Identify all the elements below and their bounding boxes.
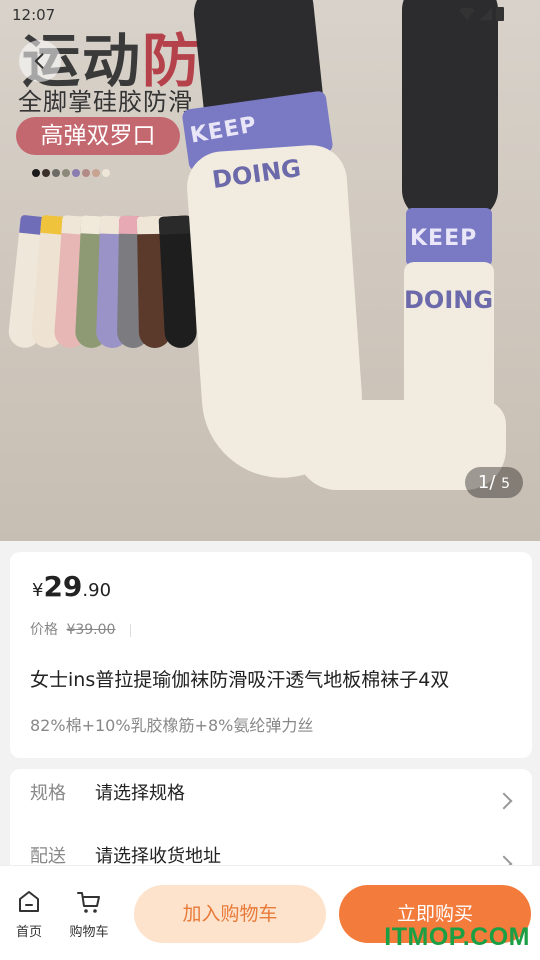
- cart-icon: [77, 892, 100, 913]
- home-icon: [19, 891, 39, 912]
- spec-value: 请选择规格: [95, 783, 185, 804]
- signal-icon: [479, 7, 492, 21]
- product-image-carousel[interactable]: 12:07 运动防滑 全脚掌硅胶防滑 高弹双罗口 KEEP DOING KEEP…: [0, 0, 540, 541]
- chevron-right-icon: [495, 792, 513, 810]
- promo-subtitle: 全脚掌硅胶防滑: [18, 88, 193, 116]
- wifi-icon: [459, 8, 475, 20]
- sock-cuff-right-text: KEEP: [410, 226, 478, 251]
- back-button[interactable]: [19, 40, 61, 82]
- nav-home[interactable]: 首页: [9, 889, 49, 940]
- color-swatch: [42, 169, 50, 177]
- promo-tag: 高弹双罗口: [16, 117, 180, 155]
- spec-row-size[interactable]: 规格 请选择规格: [10, 779, 532, 819]
- divider: [129, 623, 131, 637]
- status-time: 12:07: [12, 6, 56, 24]
- status-bar: 12:07: [0, 0, 540, 30]
- battery-icon: [496, 7, 504, 21]
- price-decimal: .90: [82, 580, 112, 601]
- color-swatch: [92, 169, 100, 177]
- sock-right-text: DOING: [404, 286, 494, 314]
- price-card: ¥29.90 价格 ¥39.00 女士ins普拉提瑜伽袜防滑吸汗透气地板棉袜子4…: [10, 552, 532, 758]
- product-title: 女士ins普拉提瑜伽袜防滑吸汗透气地板棉袜子4双: [30, 669, 450, 691]
- current-price: ¥29.90: [32, 570, 111, 603]
- original-price-row: 价格 ¥39.00: [30, 619, 131, 639]
- add-to-cart-button[interactable]: 加入购物车: [134, 885, 326, 943]
- spec-key: 规格: [30, 783, 66, 804]
- color-swatches: [32, 169, 110, 177]
- color-swatch: [52, 169, 60, 177]
- pager-current: 1: [477, 472, 490, 493]
- price-currency: ¥: [32, 580, 44, 601]
- color-swatch: [102, 169, 110, 177]
- color-swatch: [62, 169, 70, 177]
- bottom-action-bar: 首页 购物车 加入购物车 立即购买 ITMOP.COM: [0, 865, 540, 960]
- pager-total: 5: [501, 476, 511, 492]
- status-icons: [459, 7, 504, 21]
- price-integer: 29: [43, 570, 83, 603]
- nav-home-label: 首页: [15, 925, 42, 940]
- nav-cart[interactable]: 购物车: [69, 889, 109, 940]
- product-description: 82%棉+10%乳胶橡筋+8%氨纶弹力丝: [30, 716, 314, 735]
- color-swatch: [72, 169, 80, 177]
- color-swatch: [32, 169, 40, 177]
- image-pager: 1/ 5: [465, 467, 523, 498]
- color-swatch: [82, 169, 90, 177]
- leg-right: [402, 0, 498, 220]
- sock-color-lineup: [7, 214, 204, 356]
- watermark: ITMOP.COM: [384, 923, 530, 951]
- original-price-label: 价格: [30, 622, 58, 638]
- original-price: ¥39.00: [66, 622, 116, 638]
- nav-cart-label: 购物车: [69, 925, 109, 940]
- chevron-left-icon: [34, 53, 44, 69]
